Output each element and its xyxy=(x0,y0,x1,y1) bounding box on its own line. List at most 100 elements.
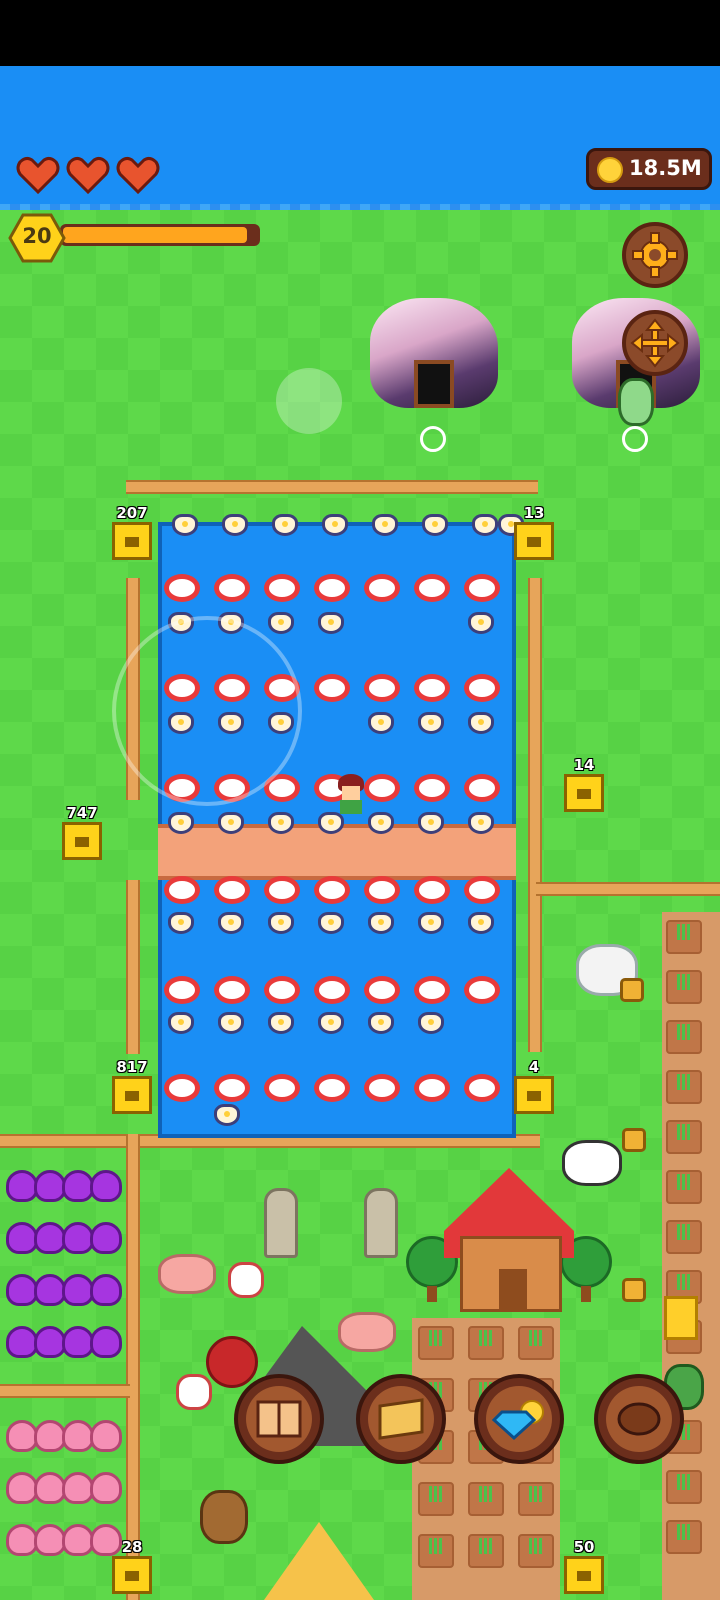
pink-flower[interactable] xyxy=(90,1524,122,1556)
crab-trap[interactable] xyxy=(418,712,444,734)
chicken[interactable] xyxy=(228,1262,264,1298)
beehive[interactable] xyxy=(62,822,102,860)
fishing-buoy[interactable] xyxy=(414,574,450,602)
beehive[interactable] xyxy=(112,522,152,560)
fishing-buoy[interactable] xyxy=(264,976,300,1004)
crab-trap[interactable] xyxy=(418,912,444,934)
beehive[interactable] xyxy=(564,774,604,812)
crab-trap[interactable] xyxy=(468,912,494,934)
beehive[interactable] xyxy=(112,1556,152,1594)
fishing-buoy[interactable] xyxy=(364,674,400,702)
crab-trap[interactable] xyxy=(168,812,194,834)
move-button[interactable] xyxy=(622,310,688,376)
crop-plot[interactable] xyxy=(666,1120,702,1154)
cow[interactable] xyxy=(562,1140,622,1186)
fishing-buoy[interactable] xyxy=(414,674,450,702)
crab-trap[interactable] xyxy=(218,1012,244,1034)
fishing-buoy[interactable] xyxy=(364,976,400,1004)
pink-flower[interactable] xyxy=(90,1420,122,1452)
deer[interactable] xyxy=(200,1490,248,1544)
fishing-buoy[interactable] xyxy=(164,574,200,602)
fishing-buoy[interactable] xyxy=(264,1074,300,1102)
beehive[interactable] xyxy=(564,1556,604,1594)
wheat-bundle[interactable] xyxy=(664,1296,698,1340)
pink-flower[interactable] xyxy=(90,1472,122,1504)
crab-trap[interactable] xyxy=(322,514,348,536)
crab-trap[interactable] xyxy=(468,712,494,734)
crab-trap[interactable] xyxy=(368,1012,394,1034)
purple-flower[interactable] xyxy=(90,1274,122,1306)
fishing-buoy[interactable] xyxy=(164,976,200,1004)
crop-plot[interactable] xyxy=(666,1070,702,1104)
fishing-buoy[interactable] xyxy=(464,1074,500,1102)
fishing-buoy[interactable] xyxy=(364,574,400,602)
crab-trap[interactable] xyxy=(218,812,244,834)
crab-trap[interactable] xyxy=(272,514,298,536)
beehive[interactable] xyxy=(112,1076,152,1114)
house-door[interactable] xyxy=(499,1269,527,1311)
crab-trap[interactable] xyxy=(468,612,494,634)
crop-plot[interactable] xyxy=(468,1534,504,1568)
fishing-buoy[interactable] xyxy=(214,1074,250,1102)
fishing-buoy[interactable] xyxy=(364,1074,400,1102)
crab-trap[interactable] xyxy=(214,1104,240,1126)
crystal-mine[interactable] xyxy=(370,298,498,408)
fishing-buoy[interactable] xyxy=(314,876,350,904)
crab-trap[interactable] xyxy=(468,812,494,834)
fishing-buoy[interactable] xyxy=(164,1074,200,1102)
purple-flower[interactable] xyxy=(90,1326,122,1358)
crab-trap[interactable] xyxy=(218,912,244,934)
crab-trap[interactable] xyxy=(418,1012,444,1034)
fishing-buoy[interactable] xyxy=(314,1074,350,1102)
fishing-buoy[interactable] xyxy=(464,574,500,602)
crab-trap[interactable] xyxy=(268,912,294,934)
crab-trap[interactable] xyxy=(418,812,444,834)
crab-trap[interactable] xyxy=(368,712,394,734)
crab-trap[interactable] xyxy=(268,812,294,834)
crab-trap[interactable] xyxy=(222,514,248,536)
crop-plot[interactable] xyxy=(666,1220,702,1254)
crab-trap[interactable] xyxy=(318,1012,344,1034)
crop-plot[interactable] xyxy=(666,920,702,954)
book-button[interactable] xyxy=(234,1374,324,1464)
fishing-buoy[interactable] xyxy=(464,674,500,702)
crop-plot[interactable] xyxy=(468,1482,504,1516)
fishing-buoy[interactable] xyxy=(414,1074,450,1102)
crop-plot[interactable] xyxy=(418,1326,454,1360)
crop-plot[interactable] xyxy=(418,1482,454,1516)
honey-jar[interactable] xyxy=(622,1278,646,1302)
crab-trap[interactable] xyxy=(368,912,394,934)
crab-trap[interactable] xyxy=(268,612,294,634)
honey-jar[interactable] xyxy=(620,978,644,1002)
fishing-buoy[interactable] xyxy=(214,876,250,904)
farm-house[interactable] xyxy=(460,1236,562,1312)
fishing-buoy[interactable] xyxy=(164,876,200,904)
crab-trap[interactable] xyxy=(268,1012,294,1034)
crab-trap[interactable] xyxy=(372,514,398,536)
crab-trap[interactable] xyxy=(422,514,448,536)
fishing-buoy[interactable] xyxy=(314,574,350,602)
crop-plot[interactable] xyxy=(666,1470,702,1504)
beehive[interactable] xyxy=(514,522,554,560)
joystick-knob[interactable] xyxy=(276,368,342,434)
settings-button[interactable] xyxy=(622,222,688,288)
fishing-buoy[interactable] xyxy=(214,574,250,602)
crab-trap[interactable] xyxy=(472,514,498,536)
crop-plot[interactable] xyxy=(666,970,702,1004)
crab-trap[interactable] xyxy=(318,612,344,634)
fishing-buoy[interactable] xyxy=(214,976,250,1004)
fishing-buoy[interactable] xyxy=(414,976,450,1004)
fishing-buoy[interactable] xyxy=(314,674,350,702)
fishing-buoy[interactable] xyxy=(264,574,300,602)
crop-plot[interactable] xyxy=(666,1520,702,1554)
fishing-buoy[interactable] xyxy=(414,774,450,802)
crab-trap[interactable] xyxy=(168,1012,194,1034)
mine-entrance[interactable] xyxy=(414,360,454,408)
crop-plot[interactable] xyxy=(418,1534,454,1568)
purple-flower[interactable] xyxy=(90,1222,122,1254)
crop-plot[interactable] xyxy=(518,1326,554,1360)
crab-trap[interactable] xyxy=(172,514,198,536)
crop-plot[interactable] xyxy=(666,1020,702,1054)
chicken[interactable] xyxy=(176,1374,212,1410)
crab-trap[interactable] xyxy=(318,912,344,934)
